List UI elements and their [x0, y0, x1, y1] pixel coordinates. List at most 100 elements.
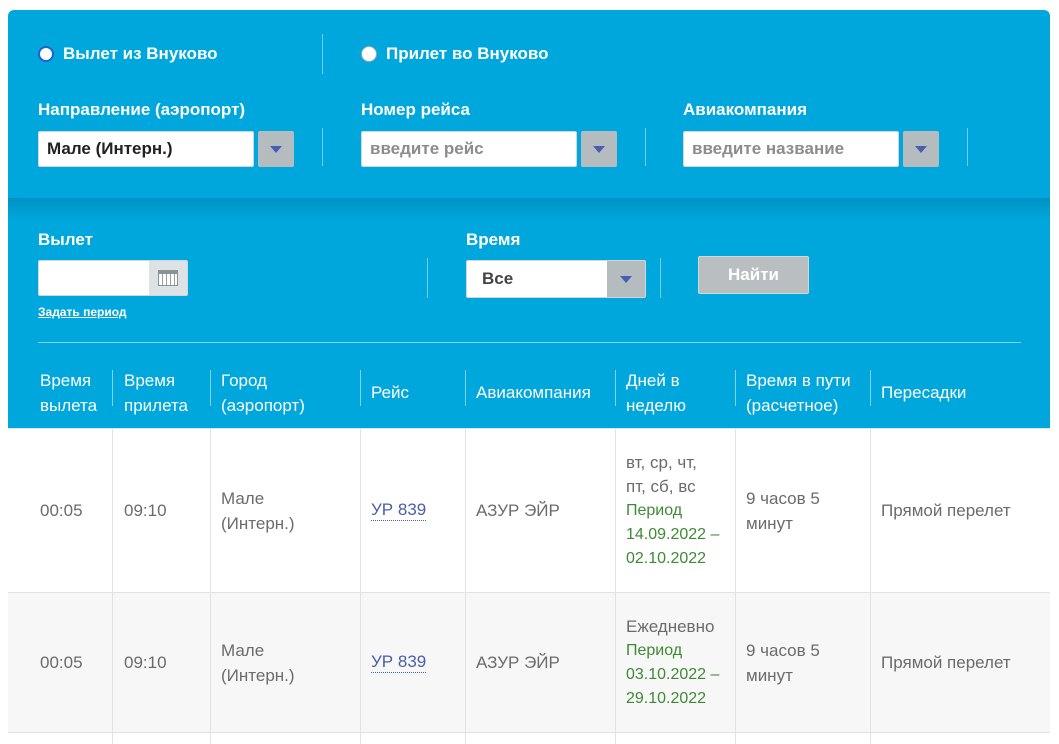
departure-date-label: Вылет	[38, 230, 93, 249]
divider	[870, 429, 871, 592]
header-transfers[interactable]: Пересадки	[881, 380, 966, 405]
divider	[465, 370, 466, 406]
chevron-down-icon	[620, 275, 632, 283]
airline-cell: АЗУР ЭЙР	[476, 501, 560, 520]
chevron-down-icon	[593, 145, 605, 153]
flight-number-input[interactable]: введите рейс	[361, 131, 577, 167]
divider	[360, 370, 361, 406]
time-select[interactable]: Все	[466, 260, 646, 298]
flight-link[interactable]: УР 839	[371, 500, 427, 521]
airline-combobox[interactable]: введите название	[683, 131, 939, 167]
divider	[427, 258, 428, 298]
header-city[interactable]: Город (аэропорт)	[221, 368, 305, 418]
calendar-button[interactable]	[149, 261, 187, 295]
airline-label: Авиакомпания	[683, 100, 808, 119]
radio-departure-label: Вылет из Внуково	[63, 44, 218, 63]
divider	[210, 733, 211, 744]
arrival-time-cell: 09:10	[124, 501, 167, 520]
divider	[112, 733, 113, 744]
divider	[465, 593, 466, 732]
table-row: 00:05 09:10 Мале (Интерн.) УР 839 АЗУР Э…	[8, 592, 1050, 732]
divider	[735, 429, 736, 592]
city-cell: Мале (Интерн.)	[221, 488, 295, 533]
period-text: 02.10.2022	[626, 549, 707, 567]
transfers-cell: Прямой перелет	[881, 501, 1011, 520]
divider	[210, 593, 211, 732]
divider	[735, 733, 736, 744]
flight-cell: УР 839	[371, 429, 427, 592]
table-row	[8, 732, 1050, 744]
flight-link[interactable]: УР 839	[371, 652, 427, 673]
table-row: 00:05 09:10 Мале (Интерн.) УР 839 АЗУР Э…	[8, 428, 1050, 592]
divider	[870, 593, 871, 732]
divider	[465, 429, 466, 592]
period-text: 29.10.2022	[626, 689, 707, 707]
duration-cell: 9 часов 5 минут	[746, 640, 820, 685]
header-arrival-time[interactable]: Время прилета	[124, 368, 188, 418]
divider	[615, 593, 616, 732]
departure-time-cell: 00:05	[40, 501, 83, 520]
destination-combobox[interactable]: Мале (Интерн.)	[38, 131, 294, 167]
airline-cell: АЗУР ЭЙР	[476, 653, 560, 672]
destination-field[interactable]: Мале (Интерн.)	[38, 131, 254, 167]
radio-arrival[interactable]: Прилет во Внуково	[361, 44, 549, 64]
divider	[660, 258, 661, 298]
divider	[465, 733, 466, 744]
divider	[322, 34, 323, 74]
divider	[210, 429, 211, 592]
days-cell: вт, ср, чт, пт, сб, вс Период 14.09.2022…	[626, 429, 719, 592]
radio-departure[interactable]: Вылет из Внуково	[38, 44, 218, 64]
days-cell: Ежедневно Период 03.10.2022 – 29.10.2022	[626, 593, 719, 732]
days-text: пт, сб, вс	[626, 476, 696, 496]
divider	[735, 593, 736, 732]
time-label: Время	[466, 230, 521, 249]
departure-date-field[interactable]	[38, 260, 188, 296]
divider	[322, 128, 323, 166]
flight-cell: УР 839	[371, 593, 427, 732]
airline-input[interactable]: введите название	[683, 131, 899, 167]
departure-date-input[interactable]	[39, 261, 149, 295]
header-departure-time[interactable]: Время вылета	[40, 368, 97, 418]
divider	[112, 370, 113, 406]
days-text: Ежедневно	[626, 616, 715, 636]
header-duration[interactable]: Время в пути (расчетное)	[746, 368, 851, 418]
calendar-icon	[158, 270, 178, 286]
radio-unselected-icon	[361, 46, 377, 62]
destination-dropdown-button[interactable]	[258, 131, 294, 167]
radio-selected-icon	[38, 46, 54, 62]
arrival-time-cell: 09:10	[124, 653, 167, 672]
divider	[360, 429, 361, 592]
set-period-link[interactable]: Задать период	[38, 305, 127, 319]
transfers-cell: Прямой перелет	[881, 653, 1011, 672]
time-dropdown-button[interactable]	[607, 261, 645, 297]
divider	[112, 429, 113, 592]
header-airline[interactable]: Авиакомпания	[476, 380, 591, 405]
departure-time-cell: 00:05	[40, 653, 83, 672]
time-select-value[interactable]: Все	[467, 261, 607, 297]
divider	[615, 429, 616, 592]
table-header: Время вылета Время прилета Город (аэропо…	[8, 354, 1050, 428]
chevron-down-icon	[270, 145, 282, 153]
destination-label: Направление (аэропорт)	[38, 100, 246, 119]
find-button[interactable]: Найти	[698, 256, 809, 294]
divider	[38, 342, 1021, 343]
header-days[interactable]: Дней в неделю	[626, 368, 686, 418]
header-flight[interactable]: Рейс	[371, 380, 409, 405]
duration-cell: 9 часов 5 минут	[746, 488, 820, 533]
city-cell: Мале (Интерн.)	[221, 640, 295, 685]
divider	[870, 370, 871, 406]
divider	[870, 733, 871, 744]
airline-dropdown-button[interactable]	[903, 131, 939, 167]
divider	[735, 370, 736, 406]
period-text: 14.09.2022 –	[626, 525, 720, 543]
divider	[967, 128, 968, 166]
divider	[645, 128, 646, 166]
flight-number-combobox[interactable]: введите рейс	[361, 131, 617, 167]
divider	[615, 733, 616, 744]
flight-number-label: Номер рейса	[361, 100, 470, 119]
divider	[360, 733, 361, 744]
flight-schedule-widget: Вылет из Внуково Прилет во Внуково Напра…	[8, 10, 1050, 744]
chevron-down-icon	[915, 145, 927, 153]
date-time-panel: Вылет Задать период Время Все Найти	[8, 198, 1050, 354]
flight-number-dropdown-button[interactable]	[581, 131, 617, 167]
